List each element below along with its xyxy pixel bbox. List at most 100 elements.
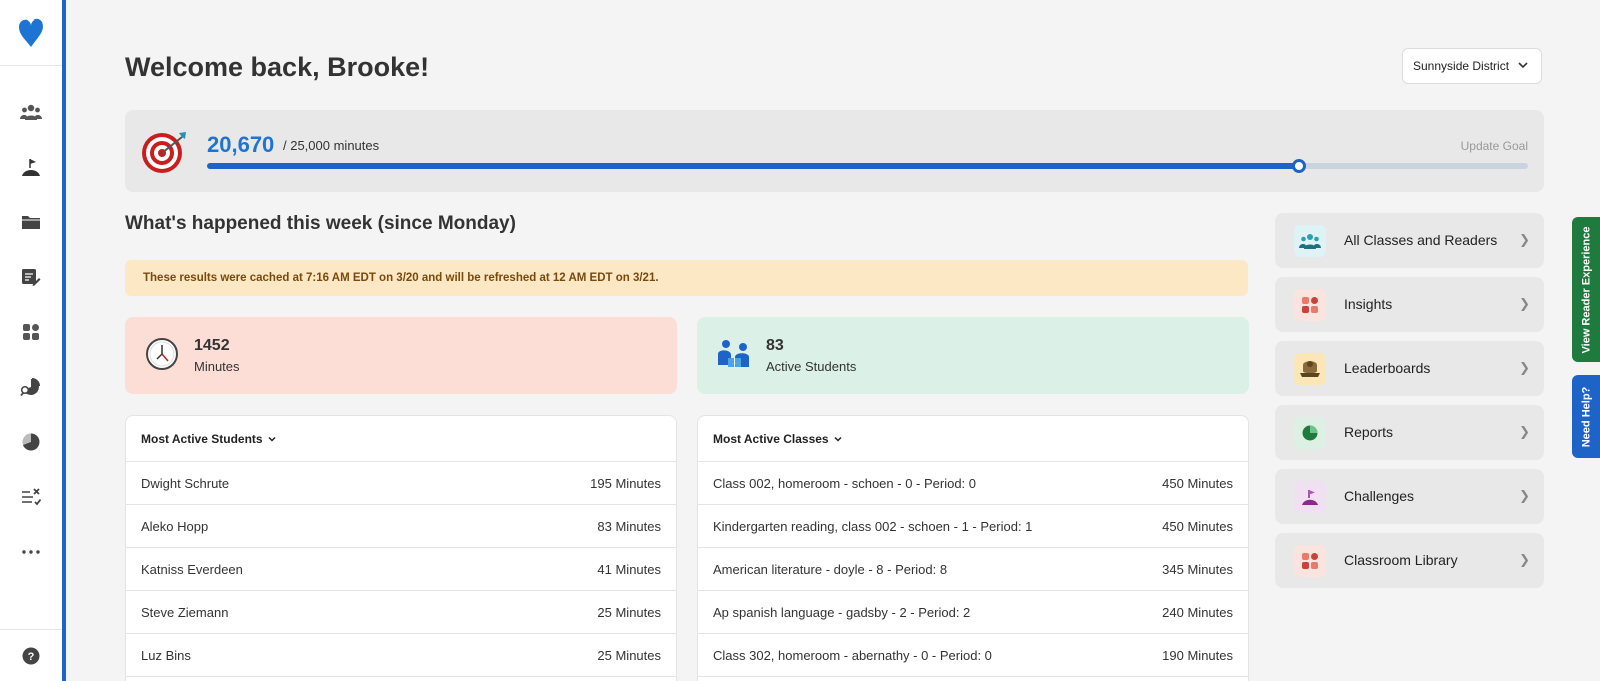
chevron-right-icon: ❯ xyxy=(1519,488,1530,503)
class-name: American literature - doyle - 8 - Period… xyxy=(713,561,948,577)
goal-progress-bar xyxy=(207,159,1528,173)
minutes-label: Minutes xyxy=(194,359,240,374)
students-label: Active Students xyxy=(766,359,857,374)
sidebar-item-more[interactable] xyxy=(0,532,62,572)
class-minutes: 240 Minutes xyxy=(1162,604,1233,620)
class-name: Kindergarten reading, class 002 - schoen… xyxy=(713,518,1033,534)
list-item[interactable]: Kindergarten reading, class 002 - schoen… xyxy=(698,505,1248,548)
sidebar-item-challenges[interactable] xyxy=(0,147,62,187)
class-minutes: 450 Minutes xyxy=(1162,518,1233,534)
people-icon xyxy=(20,104,42,120)
class-minutes: 190 Minutes xyxy=(1162,647,1233,663)
link-reports[interactable]: Reports ❯ xyxy=(1275,405,1544,460)
more-icon xyxy=(22,550,40,554)
student-minutes: 83 Minutes xyxy=(597,518,661,534)
folder-icon xyxy=(22,216,40,229)
trophy-icon xyxy=(1294,353,1326,385)
grid-icon xyxy=(1294,289,1326,321)
sidebar-item-analytics[interactable] xyxy=(0,367,62,407)
student-minutes: 41 Minutes xyxy=(597,561,661,577)
list-item[interactable]: Class 002, homeroom - schoen - 0 - Perio… xyxy=(698,462,1248,505)
class-name: Class 002, homeroom - schoen - 0 - Perio… xyxy=(713,475,977,491)
goal-progress-fill xyxy=(207,163,1300,169)
link-label: All Classes and Readers xyxy=(1344,232,1498,248)
sidebar: ? xyxy=(0,0,66,681)
student-minutes: 195 Minutes xyxy=(590,475,661,491)
link-all-classes-readers[interactable]: All Classes and Readers ❯ xyxy=(1275,213,1544,268)
sidebar-item-assignments[interactable] xyxy=(0,257,62,297)
page-title: Welcome back, Brooke! xyxy=(125,52,430,82)
list-item[interactable]: Katniss Everdeen 41 Minutes xyxy=(126,548,676,591)
link-leaderboards[interactable]: Leaderboards ❯ xyxy=(1275,341,1544,396)
list-item[interactable]: Steve Ziemann 25 Minutes xyxy=(126,591,676,634)
class-name: Class 302, homeroom - abernathy - 0 - Pe… xyxy=(713,647,992,663)
goal-value: 20,670 xyxy=(207,132,275,157)
goal-progress-handle xyxy=(1292,159,1307,173)
most-active-students-label: Most Active Students xyxy=(141,431,263,446)
student-name: Aleko Hopp xyxy=(141,518,209,534)
district-label: Sunnyside District xyxy=(1413,59,1510,73)
pie-icon xyxy=(22,433,40,451)
chevron-right-icon: ❯ xyxy=(1519,296,1530,311)
link-label: Leaderboards xyxy=(1344,360,1431,376)
need-help-tab[interactable]: Need Help? xyxy=(1572,375,1600,458)
list-item[interactable]: Class 302, homeroom - abernathy - 0 - Pe… xyxy=(698,634,1248,677)
need-help-label: Need Help? xyxy=(1580,386,1593,447)
cache-notice: These results were cached at 7:16 AM EDT… xyxy=(125,260,1248,296)
sidebar-item-classes[interactable] xyxy=(0,92,62,132)
list-item[interactable]: Dwight Schrute 195 Minutes xyxy=(126,462,676,505)
chevron-down-icon xyxy=(268,436,276,442)
student-name: Dwight Schrute xyxy=(141,475,230,491)
chevron-down-icon xyxy=(834,436,842,442)
pie-search-icon xyxy=(20,378,40,397)
svg-text:?: ? xyxy=(28,651,35,663)
chevron-right-icon: ❯ xyxy=(1519,232,1530,247)
sidebar-item-reports[interactable] xyxy=(0,422,62,462)
student-name: Steve Ziemann xyxy=(141,604,229,620)
link-challenges[interactable]: Challenges ❯ xyxy=(1275,469,1544,524)
checklist-icon xyxy=(22,488,41,506)
heart-logo[interactable] xyxy=(0,0,62,66)
pie-icon xyxy=(1294,417,1326,449)
sidebar-item-library[interactable] xyxy=(0,202,62,242)
list-item[interactable]: Aleko Hopp 83 Minutes xyxy=(126,505,676,548)
target-icon xyxy=(142,132,186,173)
people-icon xyxy=(1294,225,1326,257)
update-goal-link[interactable]: Update Goal xyxy=(1461,139,1528,153)
most-active-classes-list: Most Active Classes Class 002, homeroom … xyxy=(697,415,1249,681)
sidebar-help[interactable]: ? xyxy=(0,629,62,681)
student-minutes: 25 Minutes xyxy=(597,647,661,663)
most-active-classes-dropdown[interactable]: Most Active Classes xyxy=(698,416,1248,462)
sidebar-item-insights[interactable] xyxy=(0,312,62,352)
list-item[interactable]: American literature - doyle - 8 - Period… xyxy=(698,548,1248,591)
district-select[interactable]: Sunnyside District xyxy=(1402,48,1542,84)
most-active-students-list: Most Active Students Dwight Schrute 195 M… xyxy=(125,415,677,681)
main-content: Welcome back, Brooke! Sunnyside District… xyxy=(66,0,1600,681)
link-label: Challenges xyxy=(1344,488,1415,504)
most-active-classes-label: Most Active Classes xyxy=(713,431,829,446)
sidebar-item-tasks[interactable] xyxy=(0,477,62,517)
view-reader-experience-label: View Reader Experience xyxy=(1580,226,1593,353)
student-minutes: 25 Minutes xyxy=(597,604,661,620)
class-minutes: 345 Minutes xyxy=(1162,561,1233,577)
goal-progress-panel: 20,670 / 25,000 minutes Update Goal xyxy=(125,110,1544,192)
chevron-down-icon xyxy=(1518,62,1528,69)
clock-icon xyxy=(146,338,178,370)
chevron-right-icon: ❯ xyxy=(1519,424,1530,439)
most-active-students-dropdown[interactable]: Most Active Students xyxy=(126,416,676,462)
student-name: Luz Bins xyxy=(141,647,191,663)
chevron-right-icon: ❯ xyxy=(1519,552,1530,567)
view-reader-experience-tab[interactable]: View Reader Experience xyxy=(1572,217,1600,362)
help-icon: ? xyxy=(22,647,40,664)
link-classroom-library[interactable]: Classroom Library ❯ xyxy=(1275,533,1544,588)
students-value: 83 xyxy=(766,337,784,354)
students-stat-card: 83 Active Students xyxy=(697,317,1249,394)
grid-icon xyxy=(1294,545,1326,577)
link-label: Reports xyxy=(1344,424,1394,440)
class-name: Ap spanish language - gadsby - 2 - Perio… xyxy=(713,604,971,620)
grid-icon xyxy=(23,324,39,340)
class-minutes: 450 Minutes xyxy=(1162,475,1233,491)
list-item[interactable]: Ap spanish language - gadsby - 2 - Perio… xyxy=(698,591,1248,634)
link-insights[interactable]: Insights ❯ xyxy=(1275,277,1544,332)
list-item[interactable]: Luz Bins 25 Minutes xyxy=(126,634,676,677)
